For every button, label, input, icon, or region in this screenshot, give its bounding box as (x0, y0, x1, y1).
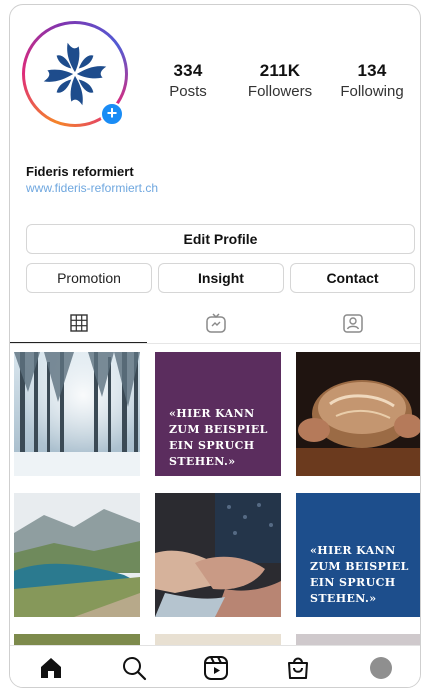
post-hands[interactable] (155, 493, 281, 617)
stat-posts-value: 334 (173, 61, 203, 80)
holding-hands-photo (155, 493, 281, 617)
phone-frame: + 334 Posts 211K Followers 134 Following… (9, 4, 421, 688)
bottom-navigation (10, 645, 420, 688)
stat-following-label: Following (340, 83, 404, 100)
nav-reels[interactable] (196, 648, 236, 688)
post-quote-blue[interactable]: «HIER KANN ZUM BEISPIEL EIN SPRUCH STEHE… (296, 493, 420, 617)
profile-tabs (10, 303, 420, 343)
tab-igtv[interactable] (147, 303, 284, 343)
stat-following-value: 134 (357, 61, 387, 80)
profile-website-link[interactable]: www.fideris-reformiert.ch (26, 181, 158, 195)
grid-icon (69, 314, 88, 332)
tabs-divider (10, 343, 420, 344)
nav-search[interactable] (114, 648, 154, 688)
insight-button[interactable]: Insight (158, 263, 284, 293)
reels-icon (203, 655, 228, 680)
stat-followers[interactable]: 211K Followers (234, 61, 326, 100)
nav-profile[interactable] (361, 648, 401, 688)
nav-shop[interactable] (278, 648, 318, 688)
post-forest[interactable] (14, 352, 140, 476)
tab-tagged[interactable] (285, 303, 420, 343)
profile-name: Fideris reformiert (26, 164, 134, 179)
igtv-icon (206, 313, 226, 333)
post-lake[interactable] (14, 493, 140, 617)
add-story-button[interactable]: + (100, 102, 124, 126)
stat-posts[interactable]: 334 Posts (142, 61, 234, 100)
stat-following[interactable]: 134 Following (326, 61, 418, 100)
search-icon (122, 656, 146, 680)
post-quote-text: «HIER KANN ZUM BEISPIEL EIN SPRUCH STEHE… (169, 407, 268, 468)
edit-profile-button[interactable]: Edit Profile (26, 224, 415, 254)
tagged-icon (343, 314, 364, 333)
forest-photo (14, 352, 140, 476)
shop-icon (288, 657, 309, 679)
promotion-button[interactable]: Promotion (26, 263, 152, 293)
stat-followers-value: 211K (259, 61, 301, 80)
post-bread[interactable] (296, 352, 420, 476)
post-quote-purple[interactable]: «HIER KANN ZUM BEISPIEL EIN SPRUCH STEHE… (155, 352, 281, 476)
post-quote-text: «HIER KANN ZUM BEISPIEL EIN SPRUCH STEHE… (310, 544, 409, 605)
stat-followers-label: Followers (247, 83, 313, 100)
stat-posts-label: Posts (169, 83, 207, 100)
bread-photo (296, 352, 420, 476)
tab-posts-grid[interactable] (10, 303, 148, 343)
profile-stats: 334 Posts 211K Followers 134 Following (142, 61, 418, 100)
nav-home[interactable] (31, 648, 71, 688)
contact-button[interactable]: Contact (290, 263, 415, 293)
mountain-lake-photo (14, 493, 140, 617)
home-icon (41, 657, 62, 678)
profile-avatar (369, 656, 392, 679)
